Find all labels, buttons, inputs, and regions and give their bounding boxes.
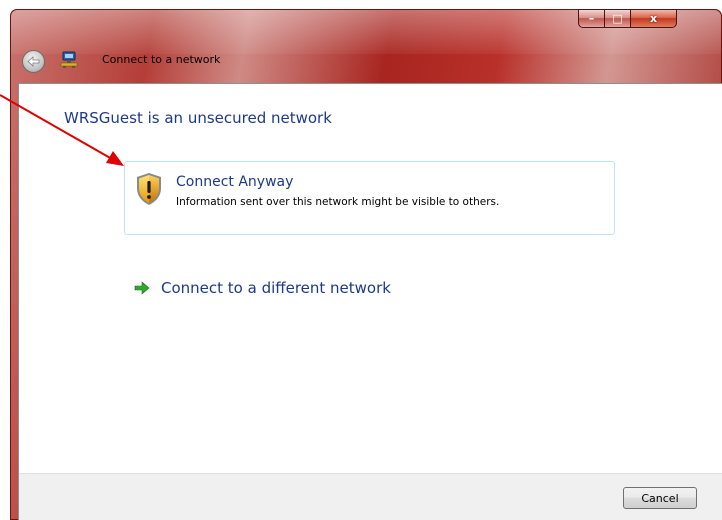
window-title: Connect to a network bbox=[102, 53, 221, 66]
connect-anyway-label: Connect Anyway bbox=[176, 174, 294, 190]
content-panel bbox=[18, 83, 722, 520]
cancel-button[interactable]: Cancel bbox=[623, 487, 697, 509]
page-heading: WRSGuest is an unsecured network bbox=[64, 109, 332, 127]
minimize-button[interactable]: – bbox=[578, 9, 605, 28]
maximize-button[interactable]: □ bbox=[605, 9, 631, 28]
connect-different-network-link[interactable]: Connect to a different network bbox=[161, 279, 391, 297]
footer-bar bbox=[19, 473, 722, 520]
network-icon bbox=[60, 51, 78, 68]
green-arrow-icon bbox=[134, 281, 150, 295]
back-arrow-icon bbox=[27, 56, 40, 67]
caption-buttons: – □ x bbox=[578, 9, 677, 29]
close-button[interactable]: x bbox=[631, 9, 677, 28]
connect-anyway-description: Information sent over this network might… bbox=[176, 196, 500, 208]
back-button[interactable] bbox=[22, 50, 45, 73]
security-shield-warning-icon bbox=[137, 173, 161, 205]
